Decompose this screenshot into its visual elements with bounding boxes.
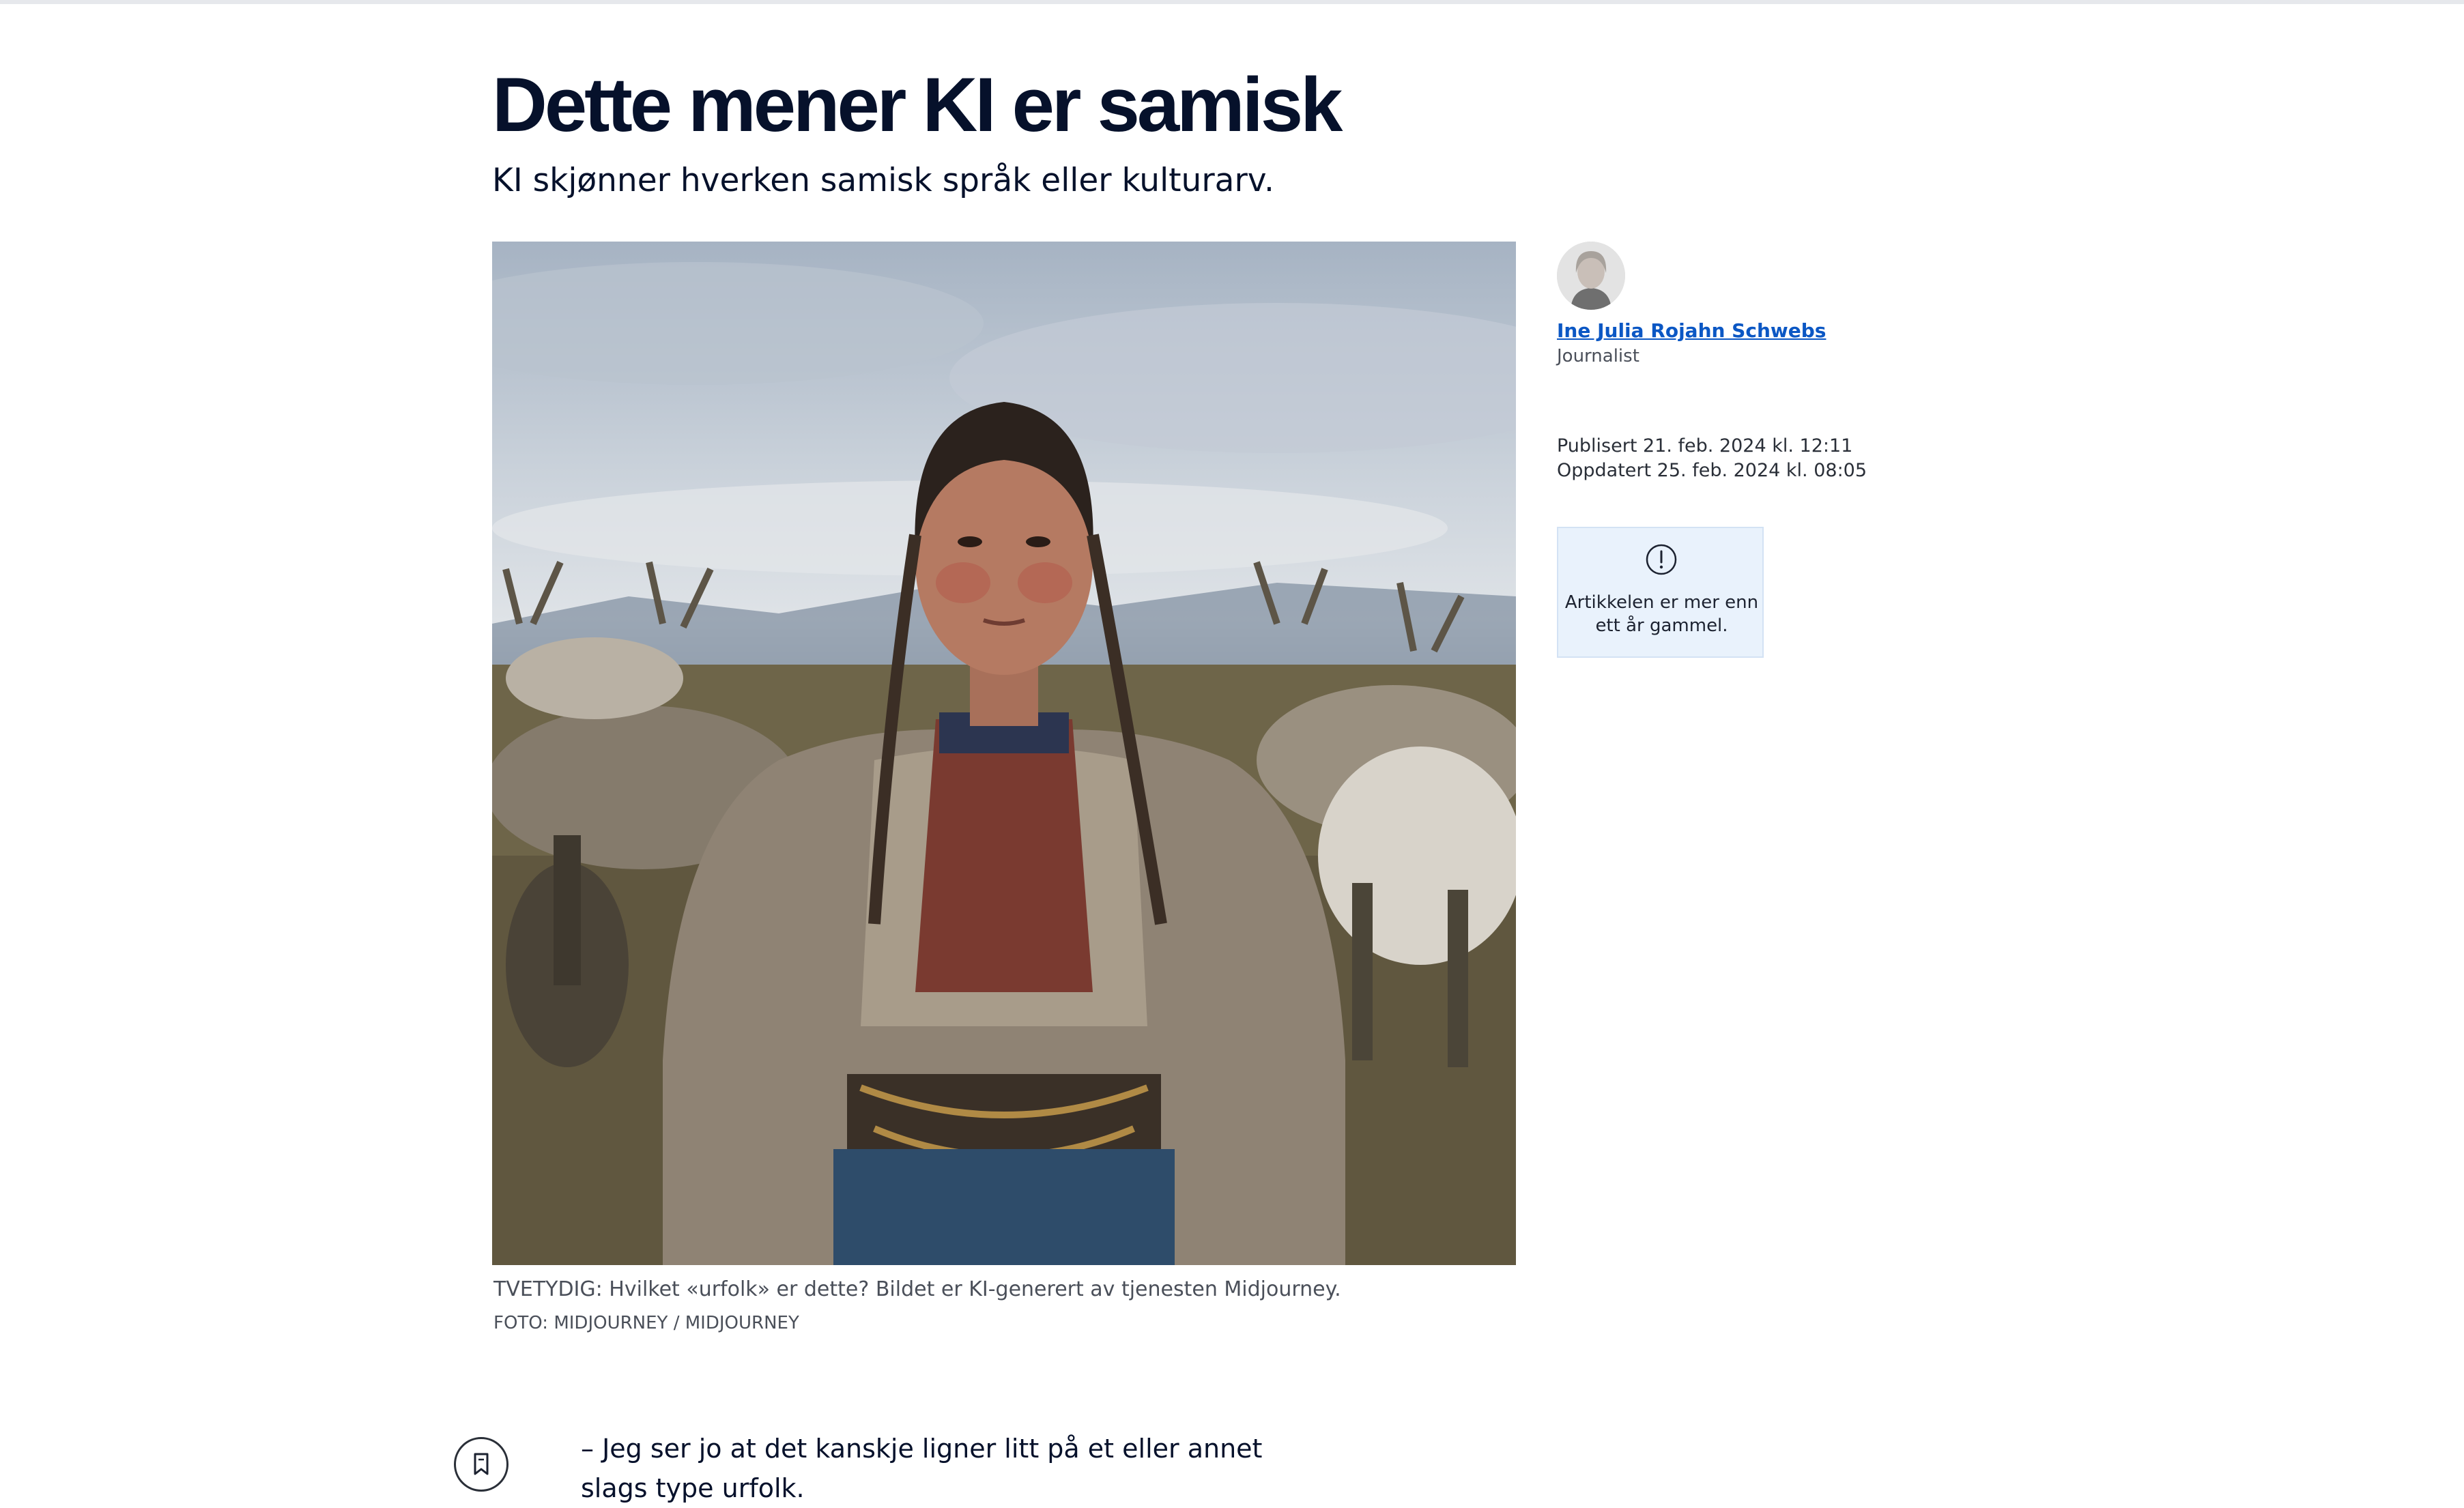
- article-lead: KI skjønner hverken samisk språk eller k…: [492, 162, 1274, 199]
- article-title: Dette mener KI er samisk: [492, 62, 1343, 147]
- author-avatar[interactable]: [1557, 242, 1625, 310]
- bookmark-icon: [474, 1453, 489, 1475]
- notice-text: Artikkelen er mer enn ett år gammel.: [1564, 592, 1759, 636]
- exclamation-circle-icon: [1646, 544, 1677, 575]
- top-border: [0, 0, 2464, 4]
- author-portrait-icon: [1557, 242, 1625, 310]
- article-hero-image: [492, 242, 1516, 1265]
- author-role: Journalist: [1557, 346, 1639, 366]
- article-age-notice: Artikkelen er mer enn ett år gammel.: [1557, 527, 1764, 658]
- image-caption: TVETYDIG: Hvilket «urfolk» er dette? Bil…: [493, 1277, 1341, 1301]
- bookmark-button[interactable]: [454, 1437, 508, 1492]
- updated-date: Oppdatert 25. feb. 2024 kl. 08:05: [1557, 460, 1867, 481]
- article-body-paragraph: – Jeg ser jo at det kanskje ligner litt …: [581, 1434, 1263, 1503]
- hero-image-illustration: [492, 262, 1516, 1265]
- published-date: Publisert 21. feb. 2024 kl. 12:11: [1557, 435, 1853, 456]
- author-name-link[interactable]: Ine Julia Rojahn Schwebs: [1557, 318, 1826, 344]
- image-credit: FOTO: MIDJOURNEY / MIDJOURNEY: [493, 1313, 799, 1333]
